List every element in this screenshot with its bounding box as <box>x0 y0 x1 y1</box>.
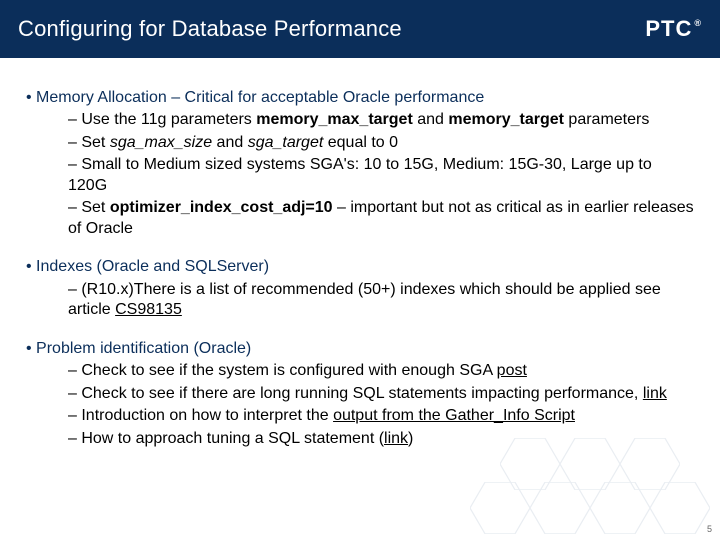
list-item: Use the 11g parameters memory_max_target… <box>68 110 694 130</box>
list-item: How to approach tuning a SQL statement (… <box>68 429 694 449</box>
post-link[interactable]: post <box>497 362 527 379</box>
section-heading: Indexes (Oracle and SQLServer) <box>26 258 269 275</box>
section-indexes: Indexes (Oracle and SQLServer) (R10.x)Th… <box>26 257 694 320</box>
article-link[interactable]: CS98135 <box>115 301 182 318</box>
list-item: Check to see if the system is configured… <box>68 361 694 381</box>
bullet-list: Memory Allocation – Critical for accepta… <box>26 88 694 449</box>
list-item: Small to Medium sized systems SGA's: 10 … <box>68 155 694 196</box>
slide-body: Memory Allocation – Critical for accepta… <box>0 58 720 477</box>
list-item: Set sga_max_size and sga_target equal to… <box>68 133 694 153</box>
ptc-logo: PTC® <box>645 16 702 42</box>
logo-text: PTC <box>645 16 692 42</box>
slide: Configuring for Database Performance PTC… <box>0 0 720 540</box>
registered-icon: ® <box>694 18 702 28</box>
section-heading: Problem identification (Oracle) <box>26 340 251 357</box>
section-heading: Memory Allocation – Critical for accepta… <box>26 89 484 106</box>
perf-link[interactable]: link <box>643 385 667 402</box>
list-item: Introduction on how to interpret the out… <box>68 406 694 426</box>
list-item: Set optimizer_index_cost_adj=10 – import… <box>68 198 694 239</box>
slide-title: Configuring for Database Performance <box>18 16 402 42</box>
gather-info-link[interactable]: output from the Gather_Info Script <box>333 407 575 424</box>
title-bar: Configuring for Database Performance PTC… <box>0 0 720 58</box>
section-memory: Memory Allocation – Critical for accepta… <box>26 88 694 239</box>
sub-list: (R10.x)There is a list of recommended (5… <box>68 280 694 321</box>
sub-list: Check to see if the system is configured… <box>68 361 694 449</box>
page-number: 5 <box>707 524 712 534</box>
list-item: (R10.x)There is a list of recommended (5… <box>68 280 694 321</box>
section-problem-id: Problem identification (Oracle) Check to… <box>26 339 694 449</box>
sub-list: Use the 11g parameters memory_max_target… <box>68 110 694 239</box>
tuning-link[interactable]: link <box>384 430 408 447</box>
list-item: Check to see if there are long running S… <box>68 384 694 404</box>
